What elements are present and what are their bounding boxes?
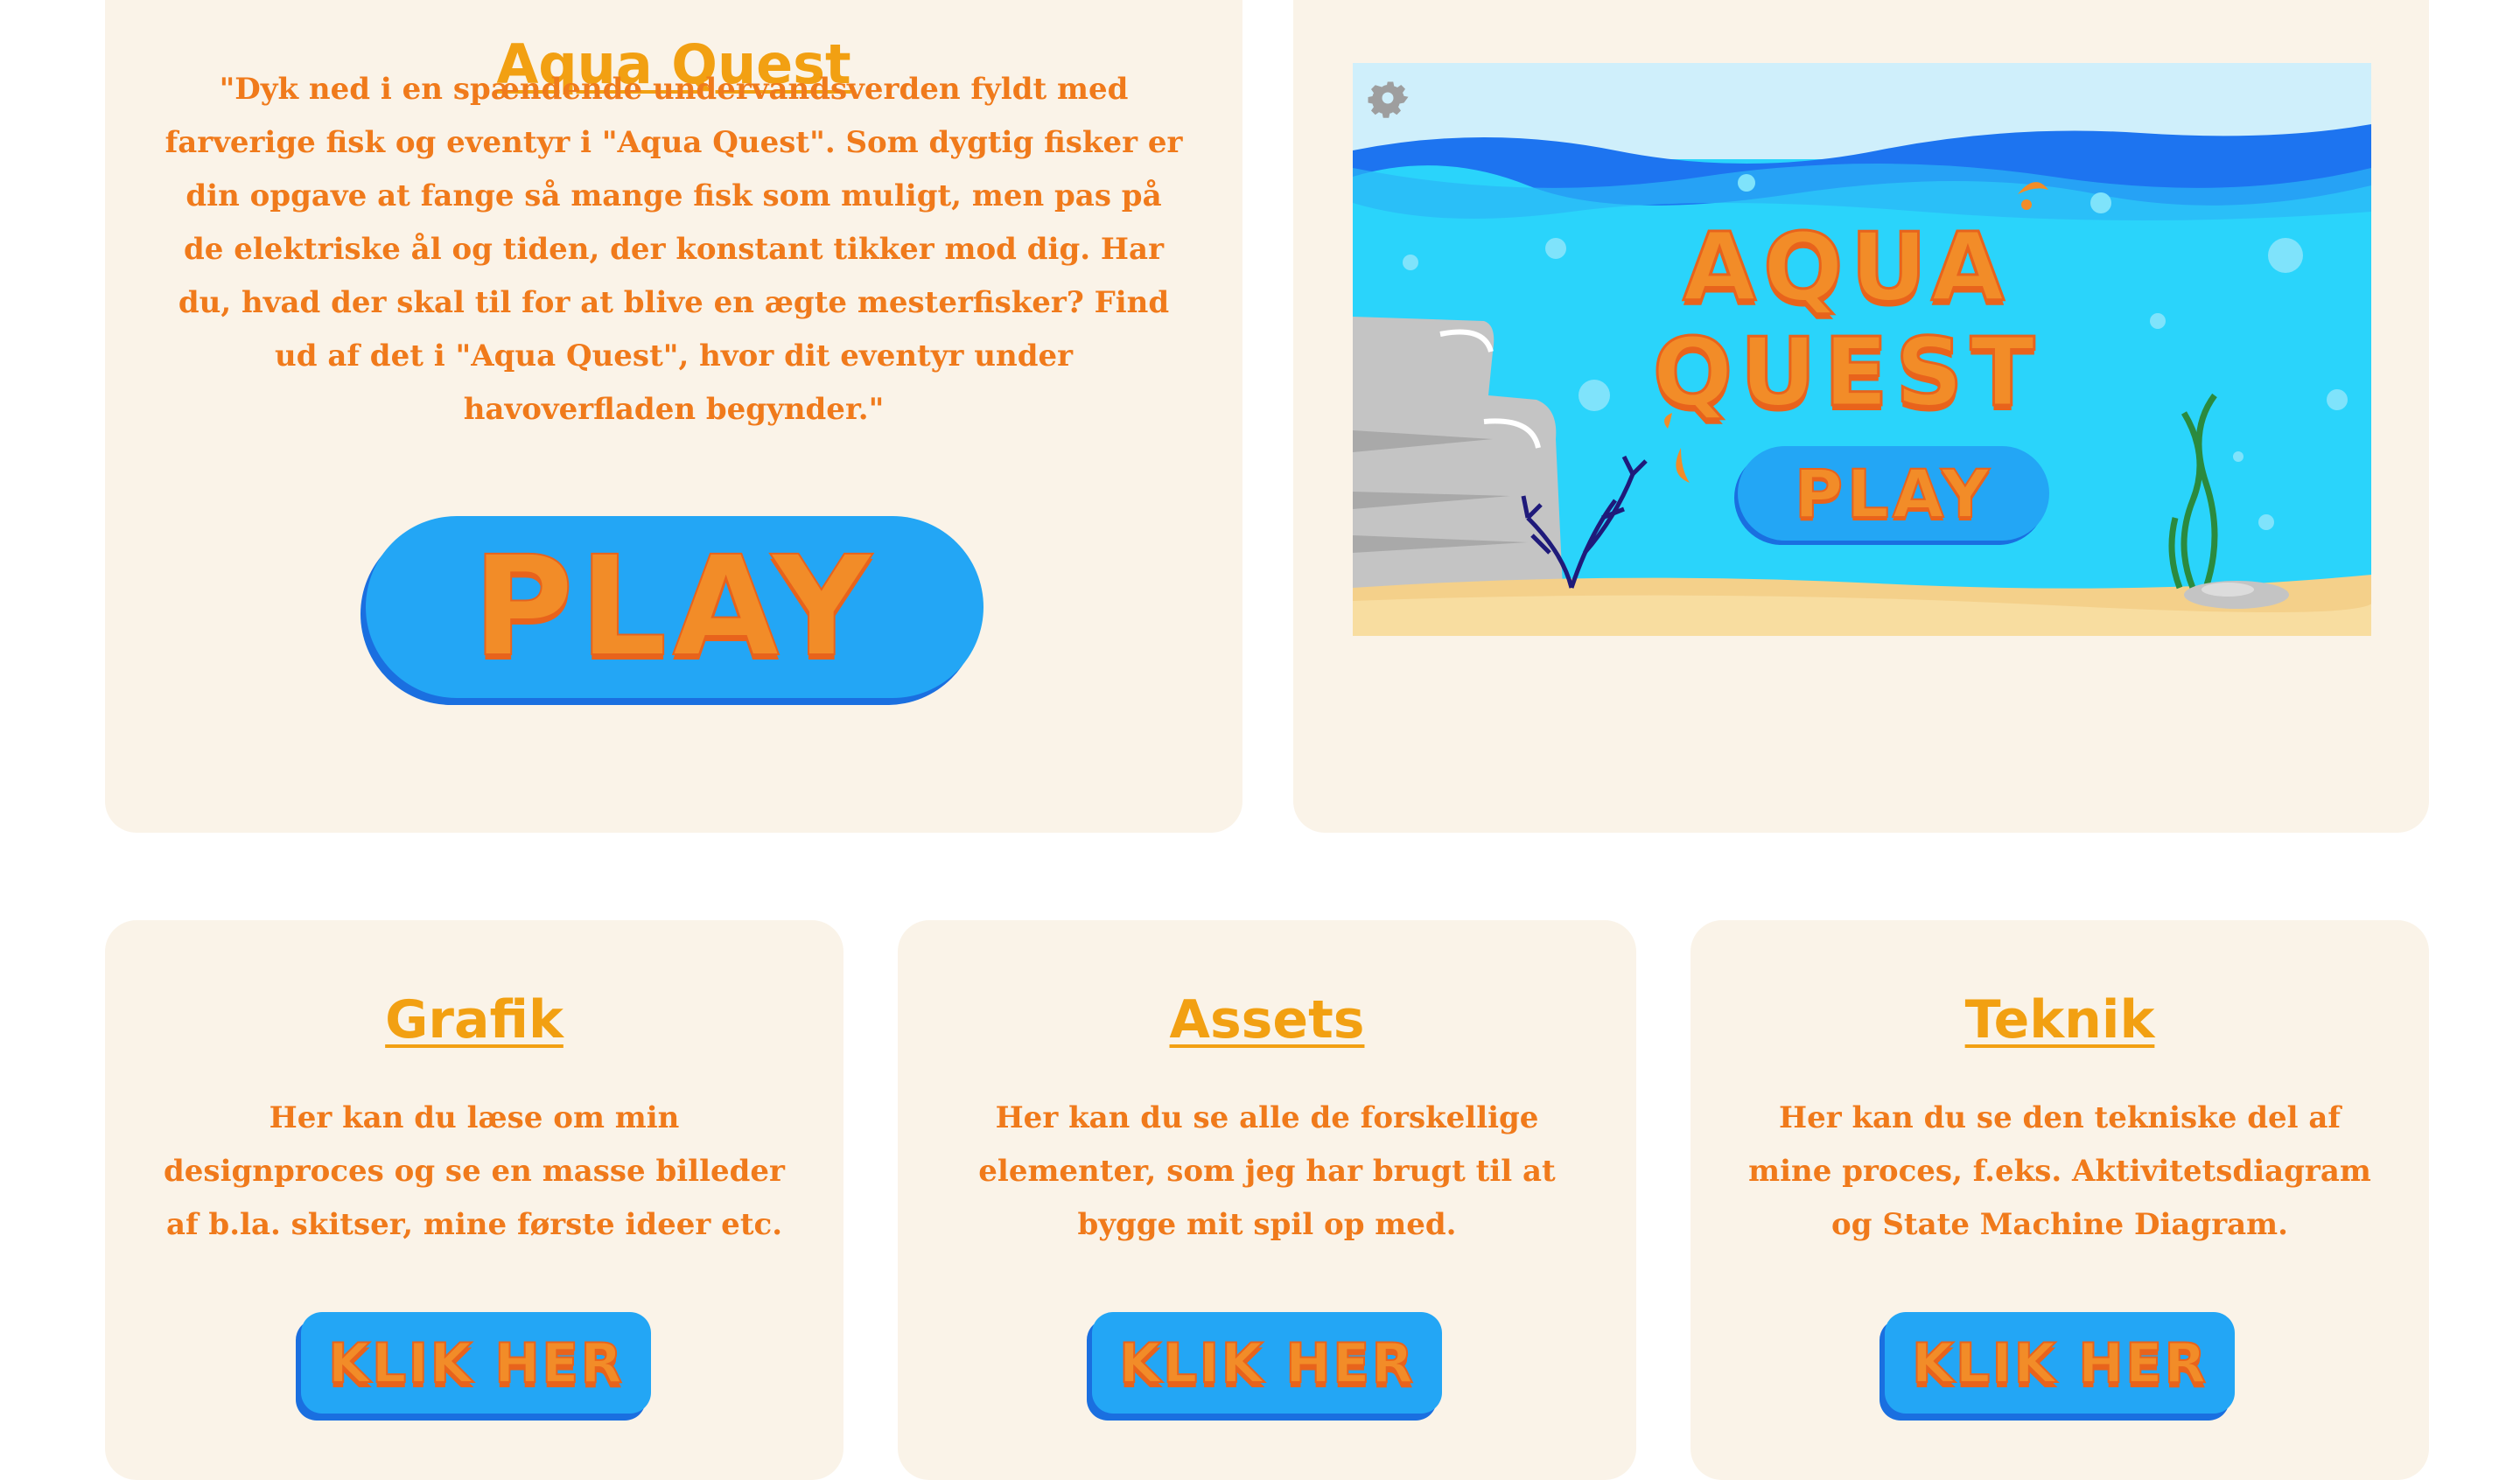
hero-card: Aqua Quest "Dyk ned i en spændende under… [105, 0, 1242, 833]
game-title-line1: AQUA [1682, 213, 2012, 323]
teknik-button-label: KLIK HER [1911, 1330, 2208, 1396]
section-card-assets: Assets Her kan du se alle de forskellige… [898, 920, 1636, 1480]
section-card-teknik: Teknik Her kan du se den tekniske del af… [1690, 920, 2429, 1480]
grafik-button-label: KLIK HER [327, 1330, 625, 1396]
game-play-label: PLAY [1794, 454, 1993, 534]
teknik-title-link[interactable]: Teknik [1690, 987, 2429, 1053]
play-button[interactable]: PLAY [366, 516, 984, 698]
assets-description: Her kan du se alle de forskellige elemen… [978, 1100, 1556, 1242]
teknik-klik-her-button[interactable]: KLIK HER [1885, 1312, 2235, 1414]
game-title-logo: AQUA QUEST [1642, 213, 2053, 428]
grafik-description: Her kan du læse om min designproces og s… [164, 1100, 785, 1242]
assets-title-link[interactable]: Assets [898, 987, 1636, 1053]
assets-klik-her-button[interactable]: KLIK HER [1092, 1312, 1442, 1414]
hero-description: "Dyk ned i en spændende undervandsverden… [164, 72, 1183, 427]
assets-button-label: KLIK HER [1118, 1330, 1416, 1396]
game-play-button[interactable]: PLAY [1738, 446, 2049, 541]
play-button-label: PLAY [472, 526, 878, 688]
grafik-klik-her-button[interactable]: KLIK HER [301, 1312, 651, 1414]
section-card-grafik: Grafik Her kan du læse om min designproc… [105, 920, 844, 1480]
grafik-title-link[interactable]: Grafik [105, 987, 844, 1053]
teknik-description: Her kan du se den tekniske del af mine p… [1748, 1100, 2371, 1242]
game-preview-image[interactable]: AQUA QUEST PLAY [1353, 63, 2371, 636]
game-title-line2: QUEST [1651, 318, 2042, 428]
gear-icon[interactable] [1362, 72, 1414, 124]
